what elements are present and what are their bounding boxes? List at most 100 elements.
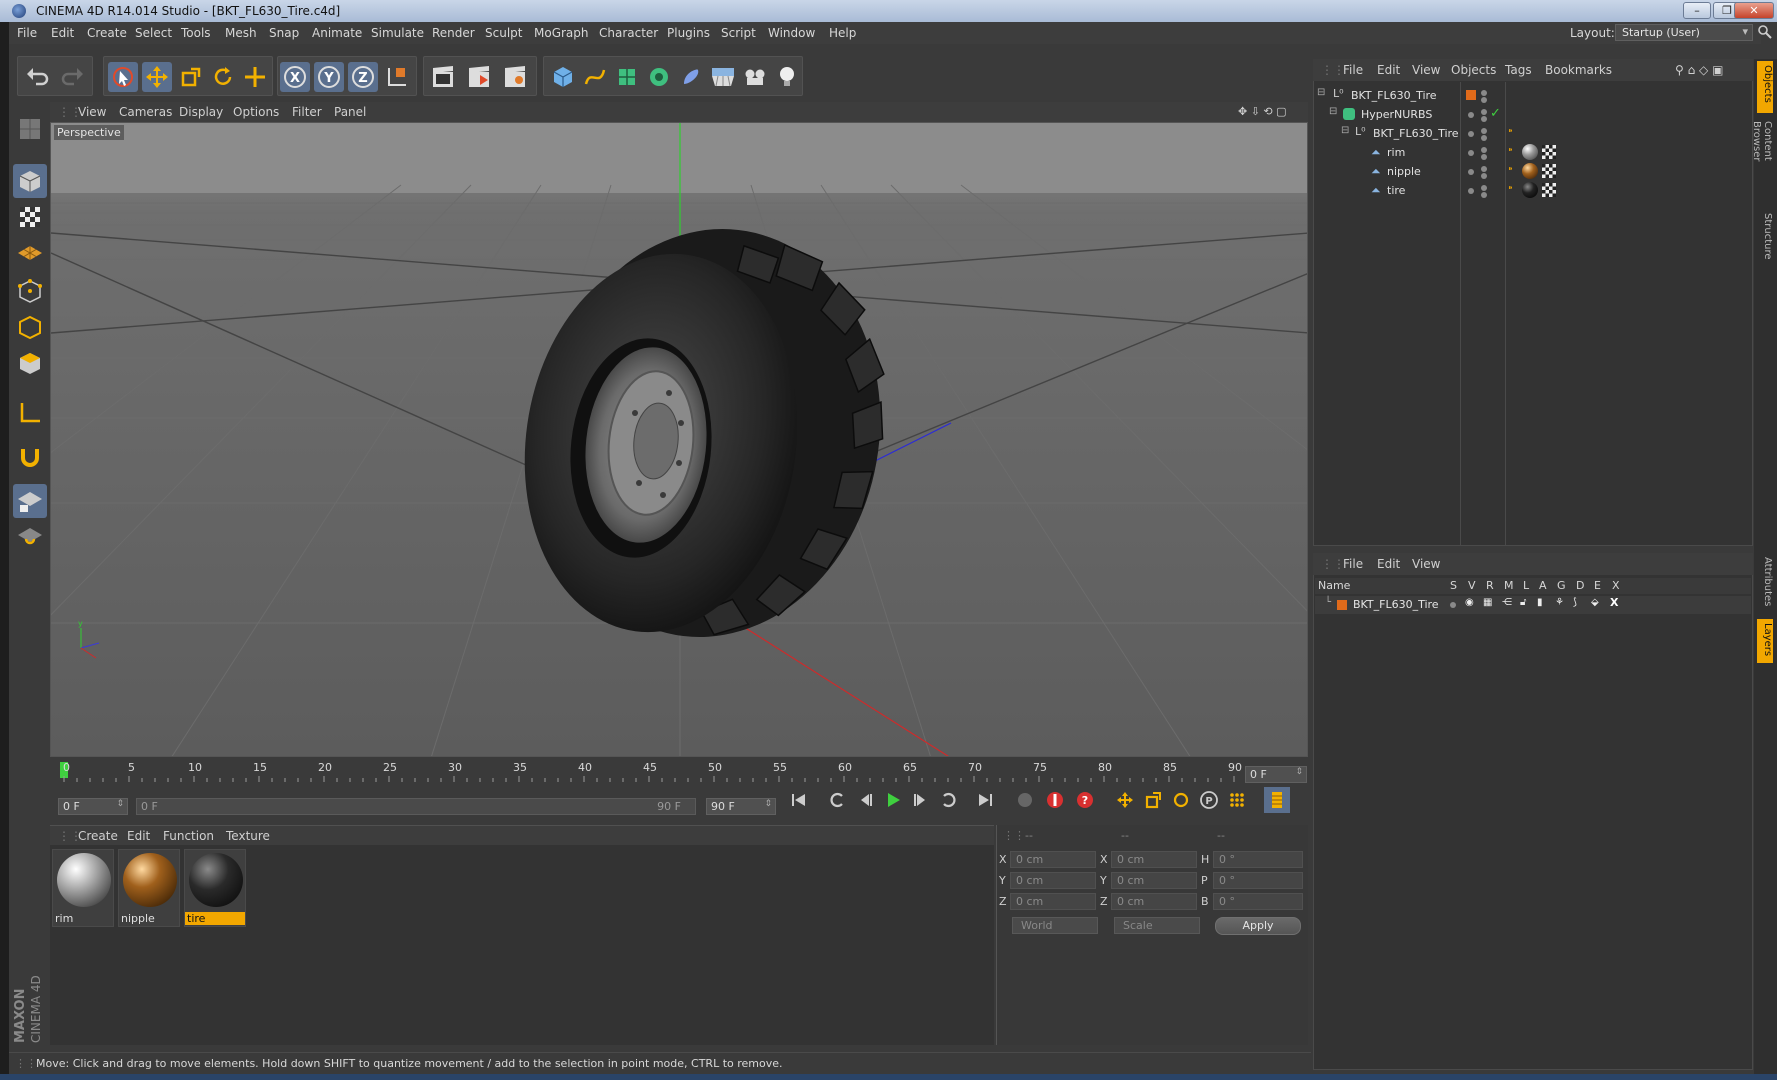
layer-deformers-icon[interactable]: ⟆ [1573,597,1577,608]
coordinate-system-icon[interactable] [382,62,412,92]
material-tag-nipple[interactable] [1522,163,1538,179]
key-position-icon[interactable] [1112,787,1138,813]
object-row[interactable]: ⏶ nipple ⁍ [1315,162,1751,181]
x-axis-lock-icon[interactable]: X [280,62,310,92]
layer-menu-file[interactable]: File [1343,557,1363,571]
visibility-dot[interactable] [1481,147,1487,153]
mograph-cloner-icon[interactable] [644,62,674,92]
menu-create[interactable]: Create [87,26,127,40]
record-keys-disabled-icon[interactable] [1012,787,1038,813]
menu-script[interactable]: Script [721,26,756,40]
light-icon[interactable] [772,62,802,92]
size-y-field[interactable]: 0 cm [1111,872,1197,889]
phong-tag-icon[interactable]: ⁍ [1508,164,1513,175]
object-menu-objects[interactable]: Objects [1451,63,1496,77]
rotation-p-field[interactable]: 0 ° [1213,872,1303,889]
layer-render-icon[interactable]: ▦ [1483,597,1492,608]
menu-mesh[interactable]: Mesh [225,26,257,40]
previous-frame-icon[interactable] [852,787,878,813]
rotation-b-field[interactable]: 0 ° [1213,893,1303,910]
menu-render[interactable]: Render [432,26,475,40]
live-selection-icon[interactable] [108,62,138,92]
camera-icon[interactable] [740,62,770,92]
move-tool-icon[interactable] [142,62,172,92]
snap-magnet-icon[interactable] [13,440,47,474]
layer-row[interactable]: └ BKT_FL630_Tire ◉ ▦ ⋲ 🔓︎ ▮ ⚘ ⟆ ⬙ X [1315,596,1751,614]
material-menu-texture[interactable]: Texture [226,829,270,843]
timeline-ruler[interactable]: 0 5 10 15 20 25 30 35 40 45 50 55 60 65 … [50,760,1308,784]
layer-menu-view[interactable]: View [1412,557,1440,571]
timeline-window-icon[interactable] [1264,787,1290,813]
nurbs-icon[interactable] [612,62,642,92]
visibility-dot[interactable] [1481,128,1487,134]
render-visibility-dot[interactable] [1481,192,1487,198]
recent-tool-icon[interactable] [240,62,270,92]
key-point-level-icon[interactable] [1224,787,1250,813]
layer-lock-icon[interactable]: 🔓︎ [1520,597,1526,608]
visibility-dot[interactable] [1481,166,1487,172]
current-frame-field[interactable]: 0 F [1245,766,1307,783]
uvw-tag-icon[interactable] [1542,164,1556,178]
menu-animate[interactable]: Animate [312,26,362,40]
phong-tag-icon[interactable]: ⁍ [1508,126,1513,137]
uvw-tag-icon[interactable] [1542,183,1556,197]
layout-dropdown[interactable]: Startup (User) [1615,24,1753,41]
visibility-dot[interactable] [1481,90,1487,96]
search-icon[interactable] [1757,24,1773,40]
layer-solo-toggle[interactable] [1450,602,1456,608]
apply-button[interactable]: Apply [1215,917,1301,935]
scale-tool-icon[interactable] [176,62,206,92]
frame-range-slider[interactable]: 0 F 90 F [136,798,696,815]
layer-color-swatch[interactable] [1337,600,1347,610]
workplane-lock-icon[interactable] [13,484,47,518]
viewport-menu-cameras[interactable]: Cameras [119,105,172,119]
deformer-icon[interactable] [676,62,706,92]
size-x-field[interactable]: 0 cm [1111,851,1197,868]
layer-manager-icon[interactable]: ⋲ [1502,597,1512,608]
layer-menu-edit[interactable]: Edit [1377,557,1400,571]
object-menu-edit[interactable]: Edit [1377,63,1400,77]
position-y-field[interactable]: 0 cm [1010,872,1096,889]
visibility-dot[interactable] [1481,109,1487,115]
object-menu-file[interactable]: File [1343,63,1363,77]
material-menu-create[interactable]: Create [78,829,118,843]
key-scale-icon[interactable] [1140,787,1166,813]
menu-file[interactable]: File [17,26,37,40]
layer-view-eye-icon[interactable]: ◉ [1465,597,1474,608]
position-z-field[interactable]: 0 cm [1010,893,1096,910]
object-row[interactable]: ⏶ rim ⁍ [1315,143,1751,162]
material-rim[interactable]: rim [52,849,114,927]
key-rotation-icon[interactable] [1168,787,1194,813]
tab-content-browser[interactable]: Content Browser [1751,117,1773,205]
visibility-dot[interactable] [1468,112,1474,118]
viewport-menu-view[interactable]: View [78,105,106,119]
tab-attributes[interactable]: Attributes [1757,553,1773,615]
render-visibility-dot[interactable] [1481,135,1487,141]
viewport-menu-options[interactable]: Options [233,105,279,119]
phong-tag-icon[interactable]: ⁍ [1508,145,1513,156]
minimize-button[interactable]: – [1683,2,1711,19]
points-mode-icon[interactable] [13,274,47,308]
key-parameter-icon[interactable]: P [1196,787,1222,813]
autokeying-icon[interactable]: ? [1072,787,1098,813]
material-menu-function[interactable]: Function [163,829,214,843]
start-frame-field[interactable]: 0 F [58,798,128,815]
texture-mode-icon[interactable] [13,200,47,234]
visibility-dot[interactable] [1468,150,1474,156]
coordinate-mode-dropdown[interactable]: World [1012,917,1098,934]
cube-primitive-icon[interactable] [548,62,578,92]
record-active-objects-icon[interactable] [1042,787,1068,813]
visibility-dot[interactable] [1468,188,1474,194]
floor-environment-icon[interactable] [708,62,738,92]
visibility-dot[interactable] [1468,131,1474,137]
viewport-menu-filter[interactable]: Filter [292,105,322,119]
layer-expressions-icon[interactable]: ⬙ [1591,597,1599,608]
object-row[interactable]: ⊟ L⁰ BKT_FL630_Tire ⁍ [1315,124,1751,143]
menu-mograph[interactable]: MoGraph [534,26,589,40]
object-row[interactable]: ⊟ L⁰ BKT_FL630_Tire [1315,86,1751,105]
object-menu-view[interactable]: View [1412,63,1440,77]
soft-selection-icon[interactable] [13,520,47,554]
material-tire[interactable]: tire [184,849,246,927]
workplane-mode-icon[interactable] [13,236,47,270]
material-nipple[interactable]: nipple [118,849,180,927]
